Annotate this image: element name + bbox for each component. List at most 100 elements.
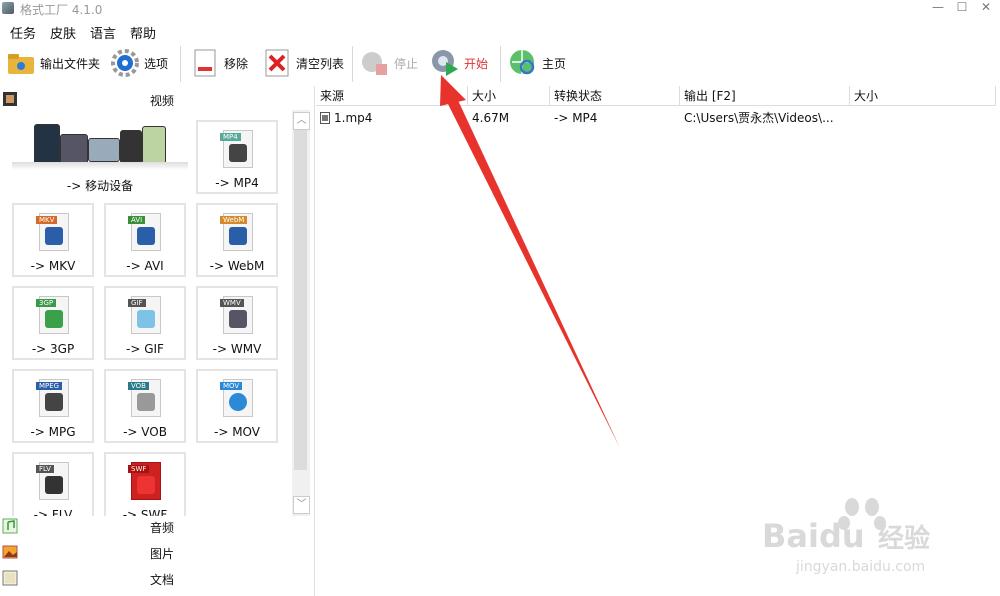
toolbar-separator [500, 46, 501, 82]
remove-button[interactable]: 移除 [190, 44, 248, 82]
swf-tile[interactable]: SWF -> SWF [104, 452, 186, 516]
title-bar: 格式工厂 4.1.0 — ☐ ✕ [0, 0, 1000, 18]
column-size[interactable]: 大小 [468, 86, 550, 106]
video-category-header[interactable]: 视频 [0, 88, 314, 110]
options-label: 选项 [144, 56, 169, 71]
app-icon [2, 2, 14, 14]
baidu-paw-logo: Baidu 经验 jingyan.baidu.com [762, 498, 930, 575]
avi-tile[interactable]: AVI -> AVI [104, 203, 186, 277]
globe-icon [508, 48, 538, 78]
column-output[interactable]: 输出 [F2] [680, 86, 850, 106]
device-icon [88, 138, 120, 162]
webm-tile[interactable]: WebM -> WebM [196, 203, 278, 277]
gif-tile[interactable]: GIF -> GIF [104, 286, 186, 360]
clear-list-label: 清空列表 [296, 56, 345, 71]
menu-language[interactable]: 语言 [90, 23, 116, 42]
output-folder-label: 输出文件夹 [40, 56, 101, 71]
svg-text:jingyan.baidu.com: jingyan.baidu.com [795, 559, 925, 575]
mov-tile[interactable]: MOV -> MOV [196, 369, 278, 443]
options-button[interactable]: 选项 [110, 44, 168, 82]
pane-divider[interactable] [314, 86, 315, 596]
avi-file-icon: AVI [128, 213, 161, 251]
svg-text:经验: 经验 [878, 523, 930, 554]
mp4-tile[interactable]: MP4 -> MP4 [196, 120, 278, 194]
function-sidebar: 视频 -> 移动设备 MP4 -> MP4 MKV -> MKV AVI -> … [0, 86, 314, 596]
tile-label: -> MPG [30, 425, 76, 439]
device-icon [142, 126, 166, 164]
start-button[interactable]: 开始 [430, 44, 488, 82]
webm-file-icon: WebM [220, 213, 253, 251]
mkv-file-icon: MKV [36, 213, 69, 251]
row-size: 4.67M [472, 111, 510, 125]
flv-tile[interactable]: FLV -> FLV [12, 452, 94, 516]
phone-icon [34, 124, 60, 166]
swf-file-icon: SWF [128, 462, 161, 500]
scroll-thumb[interactable] [294, 130, 307, 470]
vob-tile[interactable]: VOB -> VOB [104, 369, 186, 443]
mov-file-icon: MOV [220, 379, 253, 417]
clear-list-button[interactable]: 清空列表 [262, 44, 344, 82]
document-category-header[interactable]: 文档 [0, 567, 314, 589]
toolbar: 输出文件夹 选项 移除 清空列表 停止 开始 主页 [0, 42, 1000, 86]
remove-label: 移除 [224, 56, 249, 71]
3gp-file-icon: 3GP [36, 296, 69, 334]
device-icon [120, 130, 142, 164]
baidu-watermark: Baidu 经验 jingyan.baidu.com [760, 495, 970, 585]
row-status: -> MP4 [554, 111, 598, 125]
mpg-file-icon: MPEG [36, 379, 69, 417]
column-status[interactable]: 转换状态 [550, 86, 680, 106]
image-category-label: 图片 [150, 547, 175, 561]
stop-label: 停止 [394, 56, 419, 71]
wmv-tile[interactable]: WMV -> WMV [196, 286, 278, 360]
start-label: 开始 [464, 56, 489, 71]
gif-file-icon: GIF [128, 296, 161, 334]
video-category-label: 视频 [150, 94, 175, 108]
image-category-header[interactable]: 图片 [0, 541, 314, 563]
close-button[interactable]: ✕ [976, 0, 996, 16]
home-button[interactable]: 主页 [508, 44, 566, 82]
tile-label: -> GIF [126, 342, 164, 356]
row-source: 1.mp4 [334, 111, 373, 125]
window-title: 格式工厂 4.1.0 [20, 3, 103, 17]
flv-file-icon: FLV [36, 462, 69, 500]
shadow-decoration [12, 162, 188, 170]
tile-label: -> MKV [30, 259, 76, 273]
sidebar-scrollbar[interactable]: ︿ ﹀ [292, 110, 310, 516]
film-icon [2, 91, 18, 107]
document-icon [2, 570, 18, 586]
tile-label: -> 3GP [31, 342, 75, 356]
scroll-up-icon[interactable]: ︿ [293, 112, 310, 130]
column-output-size[interactable]: 大小 [850, 86, 996, 106]
audio-category-label: 音频 [150, 521, 175, 535]
tile-label: -> VOB [123, 425, 167, 439]
maximize-button[interactable]: ☐ [952, 0, 972, 16]
menu-skin[interactable]: 皮肤 [50, 23, 76, 42]
mkv-tile[interactable]: MKV -> MKV [12, 203, 94, 277]
menu-task[interactable]: 任务 [10, 23, 36, 42]
tile-label: -> 移动设备 [66, 179, 134, 193]
toolbar-separator [180, 46, 181, 82]
stop-button[interactable]: 停止 [360, 44, 418, 82]
clear-x-icon [262, 48, 292, 78]
audio-category-header[interactable]: 音频 [0, 515, 314, 537]
tile-label: -> MOV [214, 425, 260, 439]
stop-icon [360, 48, 390, 78]
folder-icon [6, 48, 36, 78]
gear-icon [110, 48, 140, 78]
scroll-down-icon[interactable]: ﹀ [293, 496, 310, 514]
tile-label: -> WebM [209, 259, 265, 273]
vob-file-icon: VOB [128, 379, 161, 417]
column-source[interactable]: 来源 [316, 86, 468, 106]
menu-help[interactable]: 帮助 [130, 23, 156, 42]
mobile-device-tile[interactable]: -> 移动设备 [12, 120, 188, 194]
tile-label: -> MP4 [215, 176, 259, 190]
remove-doc-icon [190, 48, 220, 78]
home-label: 主页 [542, 56, 567, 71]
mpg-tile[interactable]: MPEG -> MPG [12, 369, 94, 443]
tile-label: -> WMV [212, 342, 262, 356]
3gp-tile[interactable]: 3GP -> 3GP [12, 286, 94, 360]
minimize-button[interactable]: — [928, 0, 948, 16]
output-folder-button[interactable]: 输出文件夹 [6, 44, 100, 82]
tile-label: -> AVI [126, 259, 164, 273]
row-output: C:\Users\贾永杰\Videos\... [684, 111, 834, 125]
